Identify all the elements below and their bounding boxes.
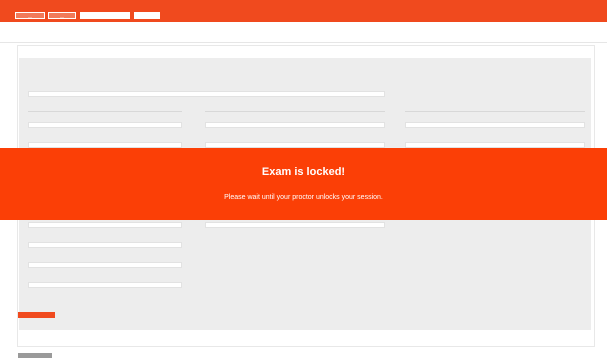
toolbar-tab-active[interactable] — [80, 12, 130, 19]
email-input[interactable] — [205, 122, 385, 128]
lower-input-4[interactable] — [28, 262, 182, 268]
id-info-header — [405, 104, 585, 112]
lower-input-2[interactable] — [205, 222, 385, 228]
id-input[interactable] — [28, 91, 385, 97]
lower-input-1[interactable] — [28, 222, 182, 228]
contact-info-header — [205, 104, 385, 112]
first-name-input[interactable] — [28, 122, 182, 128]
submit-button[interactable] — [18, 312, 55, 318]
toolbar-button-1[interactable]: — — [15, 12, 45, 19]
exam-locked-message: Please wait until your proctor unlocks y… — [224, 194, 383, 201]
personal-info-header — [28, 104, 182, 112]
dob-input[interactable] — [405, 122, 585, 128]
lower-input-5[interactable] — [28, 282, 182, 288]
exam-locked-title: Exam is locked! — [261, 166, 346, 178]
lower-input-3[interactable] — [28, 242, 182, 248]
toolbar-tab-secondary[interactable] — [134, 12, 160, 19]
exam-locked-banner: Exam is locked! Please wait until your p… — [0, 148, 607, 220]
top-bar: — — — [0, 0, 607, 22]
toolbar-button-2[interactable]: — — [48, 12, 76, 19]
header-divider — [0, 42, 607, 43]
footer-button[interactable] — [18, 353, 52, 358]
